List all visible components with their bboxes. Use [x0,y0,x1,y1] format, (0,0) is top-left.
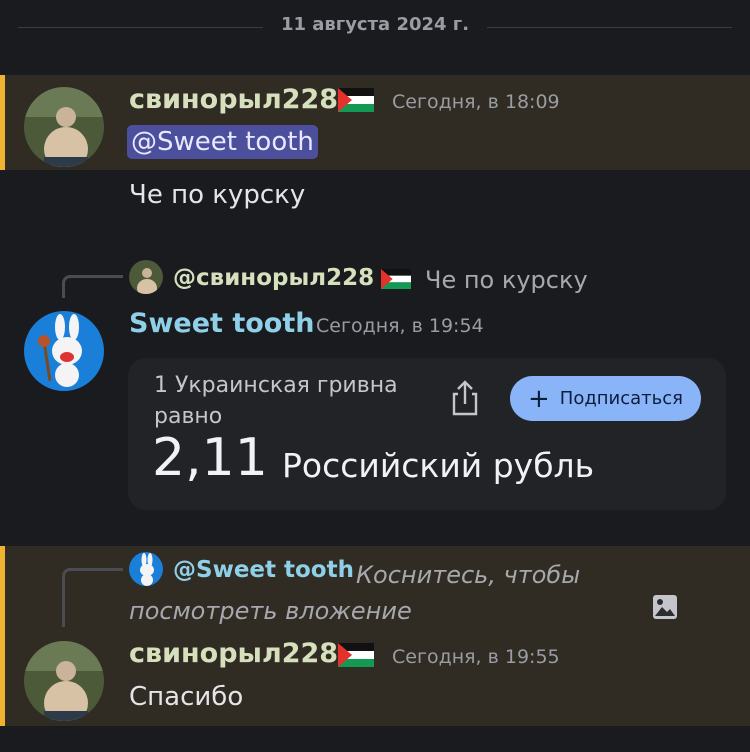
username[interactable]: свинорыл228 [129,638,338,669]
reply-username[interactable]: @свинорыл228 [173,265,374,291]
reply-connector [62,275,123,298]
avatar[interactable] [24,641,104,721]
timestamp: Сегодня, в 19:55 [392,646,560,668]
message-highlight [0,75,750,170]
reply-connector [62,568,123,627]
embed-title: 1 Украинская гривна равно [154,373,398,429]
embed-unit: Российский рубль [282,446,595,485]
message-text: Спасибо [129,682,244,712]
palestine-flag-icon [338,643,374,667]
subscribe-button[interactable]: + Подписаться [510,376,701,421]
reply-text[interactable]: Че по курску [425,266,588,294]
mention[interactable]: @Sweet tooth [127,125,318,159]
reply-avatar[interactable] [129,260,163,294]
message-text: Че по курску [129,180,306,210]
reply-text[interactable]: Коснитесь, чтобы посмотреть вложение [129,557,689,630]
plus-icon: + [527,383,550,414]
embed-value: 2,11 [152,428,268,488]
timestamp: Сегодня, в 19:54 [316,315,484,337]
timestamp: Сегодня, в 18:09 [392,91,560,113]
share-icon[interactable] [450,378,480,418]
avatar[interactable] [24,311,104,391]
username[interactable]: Sweet tooth [129,308,314,339]
username[interactable]: свинорыл228 [129,84,338,115]
date-divider: 11 августа 2024 г. [280,14,470,35]
divider-line-left [18,27,263,28]
subscribe-label: Подписаться [559,388,683,409]
palestine-flag-icon [338,88,374,112]
avatar[interactable] [24,87,104,167]
divider-line-right [487,27,732,28]
image-icon [425,594,678,630]
palestine-flag-icon [381,269,411,289]
